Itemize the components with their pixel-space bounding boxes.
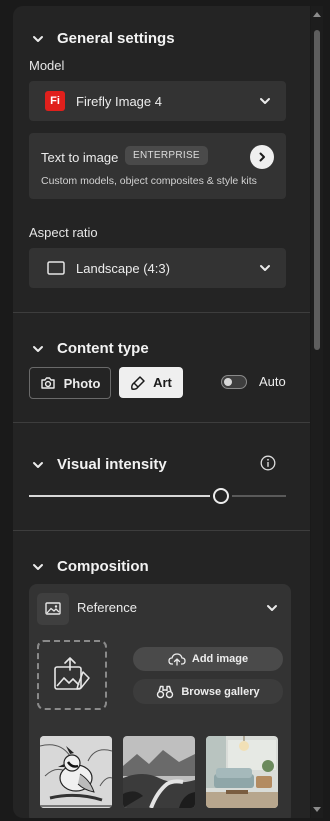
- chevron-down-icon: [33, 461, 43, 468]
- chevron-down-icon[interactable]: [265, 601, 279, 615]
- gallery-thumbnail-bird[interactable]: [40, 736, 112, 808]
- slider-track-remaining: [232, 495, 286, 497]
- upload-image-icon: [54, 657, 90, 690]
- slider-track-filled: [29, 495, 210, 497]
- art-button-label: Art: [153, 375, 172, 390]
- section-divider: [13, 422, 310, 423]
- auto-toggle[interactable]: [221, 375, 247, 389]
- camera-icon: [40, 377, 55, 389]
- enterprise-badge: ENTERPRISE: [125, 146, 208, 165]
- content-type-title: Content type: [57, 340, 149, 357]
- bird-sketch-image: [40, 736, 112, 808]
- chevron-down-icon: [33, 345, 43, 352]
- misty-valley-image: [123, 736, 195, 808]
- scrollbar[interactable]: [311, 6, 323, 818]
- brush-icon: [131, 375, 145, 390]
- browse-gallery-button[interactable]: Browse gallery: [133, 679, 283, 704]
- upload-dropzone[interactable]: [37, 640, 107, 710]
- photo-button[interactable]: Photo: [29, 367, 111, 399]
- auto-toggle-knob: [224, 377, 232, 386]
- composition-reference-card: Reference Add image Browse gallery: [29, 584, 291, 818]
- browse-gallery-label: Browse gallery: [181, 685, 260, 698]
- aspect-ratio-select[interactable]: Landscape (4:3): [29, 248, 286, 288]
- binoculars-icon: [157, 685, 174, 698]
- section-divider: [13, 312, 310, 313]
- photo-button-label: Photo: [63, 375, 101, 391]
- visual-intensity-header[interactable]: Visual intensity: [31, 456, 167, 473]
- section-divider: [13, 530, 310, 531]
- info-icon[interactable]: [260, 455, 276, 471]
- add-image-label: Add image: [191, 653, 249, 665]
- firefly-logo-icon: Fi: [45, 91, 65, 111]
- visual-intensity-title: Visual intensity: [57, 456, 167, 473]
- text-to-image-title: Text to image: [41, 150, 119, 165]
- text-to-image-card[interactable]: Text to image ENTERPRISE Custom models, …: [29, 133, 286, 199]
- text-to-image-description: Custom models, object composites & style…: [41, 175, 257, 187]
- general-settings-header[interactable]: General settings: [31, 30, 175, 47]
- model-select-value: Firefly Image 4: [76, 93, 162, 109]
- scrollbar-thumb[interactable]: [314, 30, 320, 350]
- chevron-down-icon: [33, 563, 43, 570]
- composition-title: Composition: [57, 558, 149, 575]
- visual-intensity-slider[interactable]: [29, 486, 286, 506]
- scroll-up-arrow-icon[interactable]: [313, 12, 321, 17]
- composition-header[interactable]: Composition: [31, 558, 149, 575]
- reference-image-glyph: [45, 602, 61, 615]
- reference-image-icon: [37, 593, 69, 625]
- scroll-down-arrow-icon[interactable]: [313, 807, 321, 812]
- settings-panel: General settings Model Fi Firefly Image …: [13, 6, 310, 818]
- chevron-right-icon: [259, 152, 265, 162]
- chevron-down-icon: [260, 265, 270, 271]
- gallery-thumbnail-room[interactable]: [206, 736, 278, 808]
- model-label: Model: [29, 58, 65, 73]
- aspect-ratio-label: Aspect ratio: [29, 225, 98, 240]
- living-room-image: [206, 736, 278, 808]
- auto-label: Auto: [259, 374, 286, 389]
- aspect-ratio-value: Landscape (4:3): [76, 260, 170, 276]
- chevron-down-icon: [33, 35, 43, 42]
- gallery-thumbnail-landscape[interactable]: [123, 736, 195, 808]
- content-type-header[interactable]: Content type: [31, 340, 149, 357]
- cloud-upload-icon: [168, 653, 186, 666]
- art-button[interactable]: Art: [119, 367, 183, 398]
- landscape-ratio-icon: [47, 261, 65, 275]
- model-select[interactable]: Fi Firefly Image 4: [29, 81, 286, 121]
- text-to-image-open-button[interactable]: [250, 145, 274, 169]
- add-image-button[interactable]: Add image: [133, 647, 283, 671]
- reference-label: Reference: [77, 600, 137, 615]
- chevron-down-icon: [260, 98, 270, 104]
- slider-handle[interactable]: [213, 488, 229, 504]
- general-settings-title: General settings: [57, 30, 175, 47]
